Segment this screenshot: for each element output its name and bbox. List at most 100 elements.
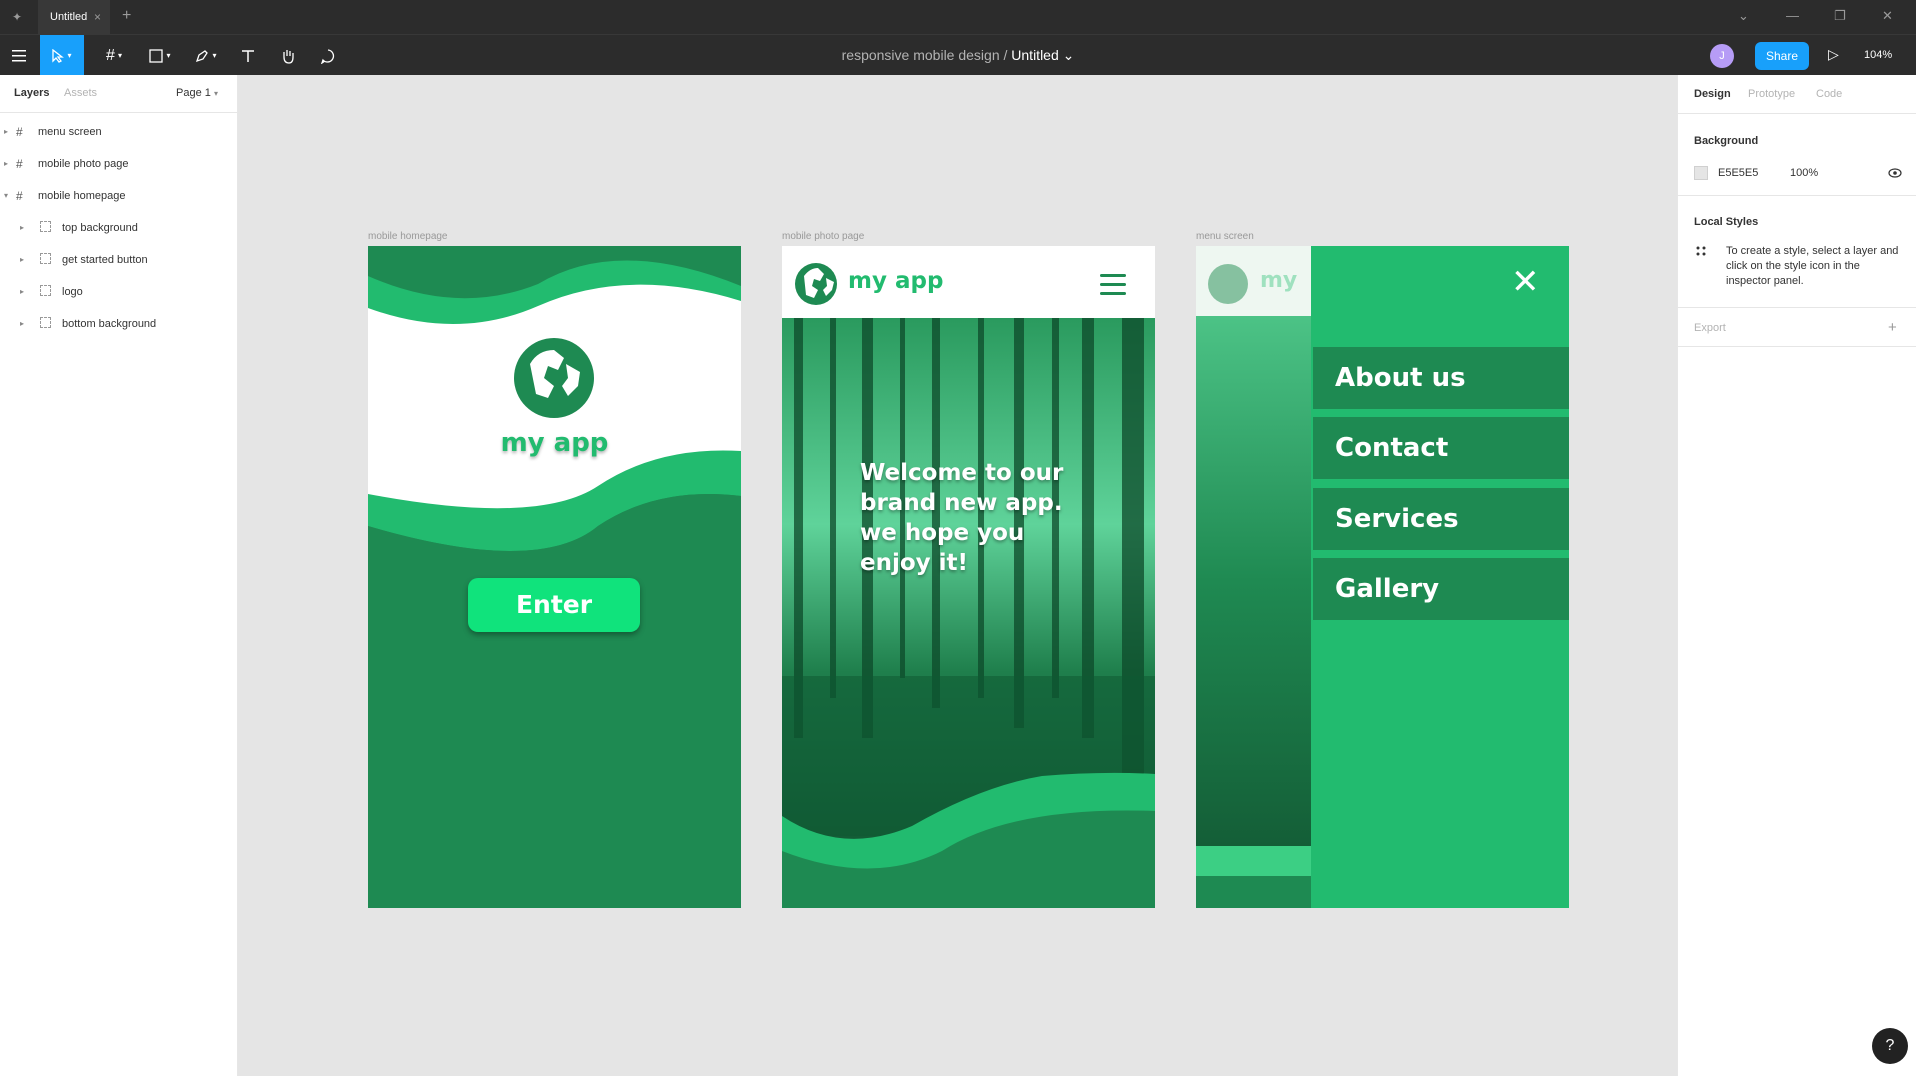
- text-tool-button[interactable]: [228, 35, 268, 76]
- frame-label-mobile-photo-page[interactable]: mobile photo page: [782, 231, 864, 242]
- layer-label: mobile photo page: [38, 158, 129, 170]
- layer-label: get started button: [62, 254, 148, 266]
- close-tab-icon[interactable]: ×: [94, 10, 101, 24]
- comment-tool-button[interactable]: [308, 35, 348, 76]
- text-icon: [242, 49, 254, 62]
- file-tab-label: Untitled: [50, 11, 88, 23]
- left-panel-tabs: Layers Assets Page 1 ▾: [0, 75, 237, 113]
- collapse-caret-icon[interactable]: ▾: [4, 181, 8, 211]
- add-export-icon[interactable]: +: [1888, 319, 1897, 336]
- background-opacity-input[interactable]: 100%: [1790, 167, 1818, 179]
- expand-caret-icon[interactable]: ▸: [20, 309, 24, 339]
- welcome-line: enjoy it!: [860, 550, 969, 576]
- tab-prototype[interactable]: Prototype: [1748, 88, 1795, 100]
- minimize-icon[interactable]: —: [1786, 8, 1799, 23]
- expand-caret-icon[interactable]: ▸: [4, 117, 8, 147]
- menu-item-about-us[interactable]: About us: [1313, 347, 1569, 409]
- layer-mobile-photo-page[interactable]: ▸ # mobile photo page: [0, 149, 237, 179]
- comment-icon: [320, 48, 335, 64]
- frame-icon: #: [106, 46, 115, 64]
- new-tab-icon[interactable]: +: [122, 7, 131, 25]
- page-selector-label: Page 1: [176, 87, 211, 99]
- group-icon: [40, 213, 51, 243]
- expand-caret-icon[interactable]: ▸: [20, 277, 24, 307]
- figma-logo-icon[interactable]: ✦: [12, 10, 26, 24]
- move-tool-button[interactable]: ▾: [40, 35, 84, 76]
- local-styles-section: Local Styles To create a style, select a…: [1678, 195, 1916, 307]
- homepage-app-name: my app: [500, 428, 609, 458]
- hand-tool-button[interactable]: [268, 35, 308, 76]
- avatar[interactable]: J: [1710, 44, 1734, 68]
- design-canvas[interactable]: mobile homepage my app Enter mobile phot…: [238, 75, 1677, 1076]
- local-styles-hint: To create a style, select a layer and cl…: [1726, 245, 1899, 287]
- layer-label: bottom background: [62, 318, 157, 330]
- layer-menu-screen[interactable]: ▸ # menu screen: [0, 117, 237, 147]
- layers-panel: Layers Assets Page 1 ▾ ▸ # menu screen ▸…: [0, 75, 238, 1076]
- menu-item-services[interactable]: Services: [1313, 488, 1569, 550]
- restore-icon[interactable]: ❐: [1834, 8, 1846, 24]
- layer-get-started-button[interactable]: ▸ get started button: [0, 245, 237, 275]
- present-play-icon[interactable]: ▷: [1828, 46, 1839, 63]
- chevron-down-icon[interactable]: ⌄: [1738, 8, 1749, 24]
- file-name[interactable]: Untitled: [1011, 47, 1058, 63]
- layer-top-background[interactable]: ▸ top background: [0, 213, 237, 243]
- export-section[interactable]: Export +: [1678, 307, 1916, 347]
- zoom-level[interactable]: 104%: [1864, 35, 1892, 76]
- layer-label: menu screen: [38, 126, 102, 138]
- pen-icon: [196, 49, 209, 62]
- main-menu-button[interactable]: [0, 35, 40, 76]
- hamburger-icon: [12, 49, 26, 61]
- background-hex-input[interactable]: E5E5E5: [1718, 167, 1758, 179]
- cursor-icon: [52, 48, 65, 63]
- right-panel-tabs: Design Prototype Code: [1678, 75, 1916, 113]
- menu-panel: ✕ About us Contact Services Gallery: [1311, 246, 1569, 908]
- homepage-background-art: [368, 246, 741, 908]
- help-button[interactable]: ?: [1872, 1028, 1908, 1064]
- tab-design[interactable]: Design: [1694, 88, 1731, 100]
- frame-menu-screen[interactable]: my ✕ About us Contact Services Gallery: [1196, 246, 1569, 908]
- welcome-line: we hope you: [860, 520, 1025, 546]
- menu-item-gallery[interactable]: Gallery: [1313, 558, 1569, 620]
- share-button[interactable]: Share: [1755, 42, 1809, 70]
- background-section: Background E5E5E5 100%: [1678, 113, 1916, 195]
- design-panel: Design Prototype Code Background E5E5E5 …: [1677, 75, 1916, 1076]
- frame-mobile-photo-page[interactable]: my app Welcome to our brand new app. we …: [782, 246, 1155, 908]
- style-icon: [1696, 246, 1706, 256]
- frame-tool-button[interactable]: # ▾: [94, 35, 134, 76]
- layer-bottom-background[interactable]: ▸ bottom background: [0, 309, 237, 339]
- blurred-app-name: my: [1260, 268, 1298, 293]
- photo-page-app-name: my app: [848, 268, 944, 294]
- page-selector[interactable]: Page 1 ▾: [176, 87, 218, 99]
- frame-label-mobile-homepage[interactable]: mobile homepage: [368, 231, 448, 242]
- welcome-text: Welcome to our brand new app. we hope yo…: [860, 458, 1120, 578]
- close-menu-icon[interactable]: ✕: [1511, 262, 1540, 302]
- blurred-background-art: [1196, 246, 1311, 908]
- expand-caret-icon[interactable]: ▸: [20, 213, 24, 243]
- breadcrumb-separator: /: [1003, 47, 1008, 63]
- file-menu-chevron-icon[interactable]: ⌄: [1063, 47, 1075, 63]
- layer-logo[interactable]: ▸ logo: [0, 277, 237, 307]
- frame-icon: #: [16, 189, 23, 203]
- welcome-line: brand new app.: [860, 490, 1063, 516]
- project-name[interactable]: responsive mobile design: [842, 47, 1000, 63]
- expand-caret-icon[interactable]: ▸: [4, 149, 8, 179]
- frame-mobile-homepage[interactable]: my app Enter: [368, 246, 741, 908]
- pen-tool-button[interactable]: ▾: [186, 35, 226, 76]
- layer-label: top background: [62, 222, 138, 234]
- enter-button[interactable]: Enter: [468, 578, 640, 632]
- close-window-icon[interactable]: ✕: [1882, 8, 1893, 24]
- welcome-line: Welcome to our: [860, 460, 1064, 486]
- expand-caret-icon[interactable]: ▸: [20, 245, 24, 275]
- menu-item-contact[interactable]: Contact: [1313, 417, 1569, 479]
- tab-code[interactable]: Code: [1816, 88, 1842, 100]
- layer-mobile-homepage[interactable]: ▾ # mobile homepage: [0, 181, 237, 211]
- shape-tool-button[interactable]: ▾: [140, 35, 180, 76]
- background-color-swatch[interactable]: [1694, 166, 1708, 180]
- hand-icon: [283, 49, 294, 64]
- toolbar: ▾ # ▾ ▾ ▾ responsive mobile design / Unti…: [0, 34, 1916, 76]
- tab-assets[interactable]: Assets: [64, 87, 97, 99]
- tab-layers[interactable]: Layers: [14, 87, 49, 99]
- group-icon: [40, 277, 51, 307]
- eye-icon[interactable]: [1888, 168, 1902, 178]
- frame-label-menu-screen[interactable]: menu screen: [1196, 231, 1254, 242]
